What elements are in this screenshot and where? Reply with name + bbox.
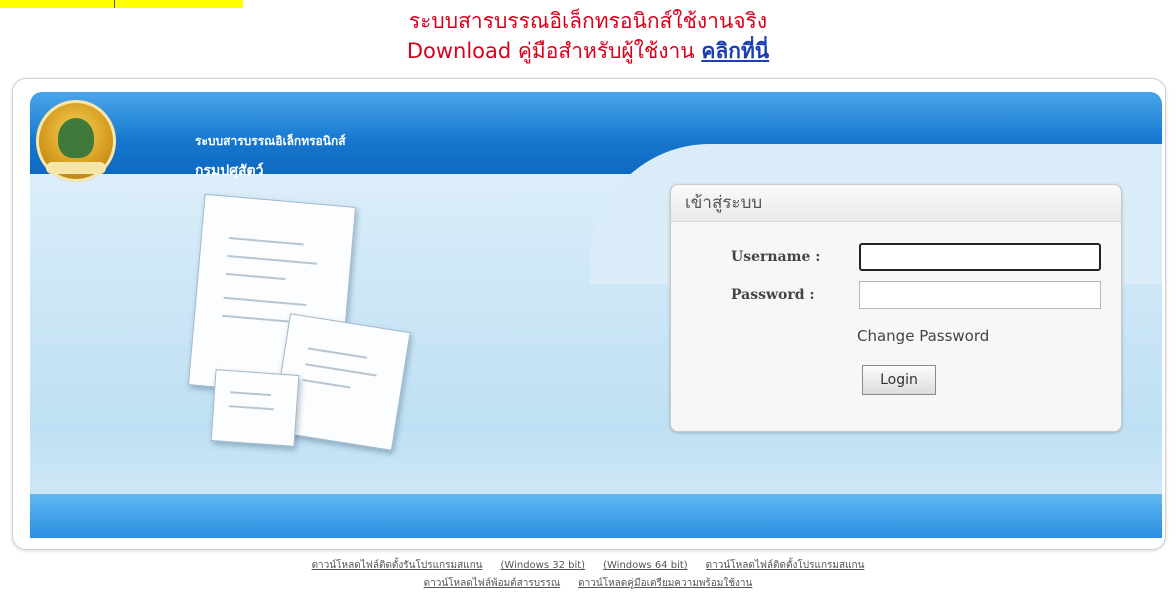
footer-links-row-2: ดาวน์โหลดไฟล์พ้อมต์สารบรรณ ดาวน์โหลดคู่มื… bbox=[0, 576, 1176, 591]
department-emblem-icon bbox=[36, 100, 116, 182]
footer-links-row-1: ดาวน์โหลดไฟล์ติดตั้งรันโปรแกรมสแกน (Windo… bbox=[0, 558, 1176, 573]
download-scan-runtime-link[interactable]: ดาวน์โหลดไฟล์ติดตั้งรันโปรแกรมสแกน bbox=[312, 560, 483, 571]
top-marker-bar bbox=[0, 0, 243, 8]
login-box: เข้าสู่ระบบ Username : Password : Change… bbox=[670, 184, 1122, 432]
change-password-link[interactable]: Change Password bbox=[857, 327, 989, 345]
document-illustration-small bbox=[210, 369, 300, 447]
emblem-ribbon bbox=[46, 162, 106, 174]
username-label: Username : bbox=[731, 249, 821, 265]
department-name: กรมปศุสัตว์ bbox=[195, 163, 264, 179]
top-marker-divider bbox=[114, 0, 115, 8]
password-label: Password : bbox=[731, 287, 815, 303]
manual-download-link[interactable]: คลิกที่นี่ bbox=[701, 39, 769, 63]
download-preparation-manual-link[interactable]: ดาวน์โหลดคู่มือเตรียมความพร้อมใช้งาน bbox=[578, 578, 752, 589]
emblem-figure bbox=[58, 118, 94, 158]
system-name: ระบบสารบรรณอิเล็กทรอนิกส์ bbox=[195, 134, 346, 148]
username-input[interactable] bbox=[859, 243, 1101, 271]
announcement-line-1: ระบบสารบรรณอิเล็กทรอนิกส์ใช้งานจริง bbox=[408, 9, 768, 33]
password-input[interactable] bbox=[859, 281, 1101, 309]
announcement-line-2: Download คู่มือสำหรับผู้ใช้งาน คลิกที่นี… bbox=[0, 38, 1176, 64]
download-scan-program-link[interactable]: ดาวน์โหลดไฟล์ติดตั้งโปรแกรมสแกน bbox=[706, 560, 865, 571]
login-title: เข้าสู่ระบบ bbox=[671, 185, 1121, 222]
banner-footer-bar bbox=[30, 494, 1162, 538]
announcement-download-text: Download คู่มือสำหรับผู้ใช้งาน bbox=[406, 39, 702, 63]
login-button[interactable]: Login bbox=[862, 365, 936, 395]
download-windows-64bit-link[interactable]: (Windows 64 bit) bbox=[603, 560, 688, 571]
download-font-link[interactable]: ดาวน์โหลดไฟล์พ้อมต์สารบรรณ bbox=[424, 578, 561, 589]
download-windows-32bit-link[interactable]: (Windows 32 bit) bbox=[501, 560, 586, 571]
